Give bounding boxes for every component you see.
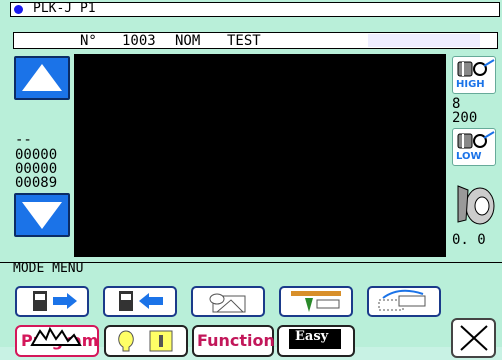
close-icon [460, 325, 488, 351]
counter-3: 00089 [15, 175, 58, 191]
speed-low-button[interactable]: LOW [452, 128, 496, 166]
ruler-pencil-icon [291, 291, 341, 312]
status-dot-icon [14, 5, 23, 14]
number-label: N° [80, 33, 97, 49]
transfer-icon [378, 289, 426, 311]
counter-dash: -- [15, 132, 32, 148]
scroll-down-button[interactable] [14, 193, 70, 237]
scroll-up-button[interactable] [14, 56, 70, 100]
function-label: Function [197, 331, 275, 350]
main-frame: PLK-J P1 N° 1003 NOM TEST -- 00000 00000… [0, 0, 502, 358]
speed-low-label: LOW [456, 151, 482, 162]
lightbulb-info-icon [118, 330, 173, 352]
transfer-button[interactable] [367, 286, 441, 317]
info-extra-field [368, 34, 480, 47]
spool-high-icon [457, 59, 495, 77]
machine-back-icon [119, 291, 163, 311]
program-title: PLK-J P1 [33, 1, 96, 16]
speed-value-2: 200 [452, 110, 478, 126]
spindle-value: 0. 0 [452, 232, 486, 248]
mode-menu-label: MODE MENU [13, 261, 84, 276]
program-number: 1003 [122, 33, 156, 49]
program-name: TEST [227, 33, 261, 49]
picture-icon [209, 293, 246, 313]
easy-button[interactable]: Easy [277, 325, 355, 357]
speed-value-1: 8 [452, 96, 461, 112]
counter-1: 00000 [15, 147, 58, 163]
speed-high-label: HIGH [456, 79, 485, 90]
export-back-button[interactable] [103, 286, 177, 317]
easy-label: Easy [295, 329, 329, 344]
measure-button[interactable] [279, 286, 353, 317]
counter-2: 00000 [15, 161, 58, 177]
name-label: NOM [175, 33, 201, 49]
image-button[interactable] [191, 286, 265, 317]
machine-forward-icon [33, 291, 77, 311]
spindle-icon [457, 185, 495, 225]
spool-low-icon [457, 131, 495, 149]
hand-cursor-icon [30, 327, 82, 346]
display-screen [74, 54, 446, 257]
speed-high-button[interactable]: HIGH [452, 56, 496, 94]
up-arrow-icon [22, 64, 62, 91]
down-arrow-icon [22, 202, 62, 229]
info-button[interactable] [104, 325, 188, 357]
close-button[interactable] [451, 318, 496, 358]
import-forward-button[interactable] [15, 286, 89, 317]
function-button[interactable]: Function [192, 325, 275, 357]
